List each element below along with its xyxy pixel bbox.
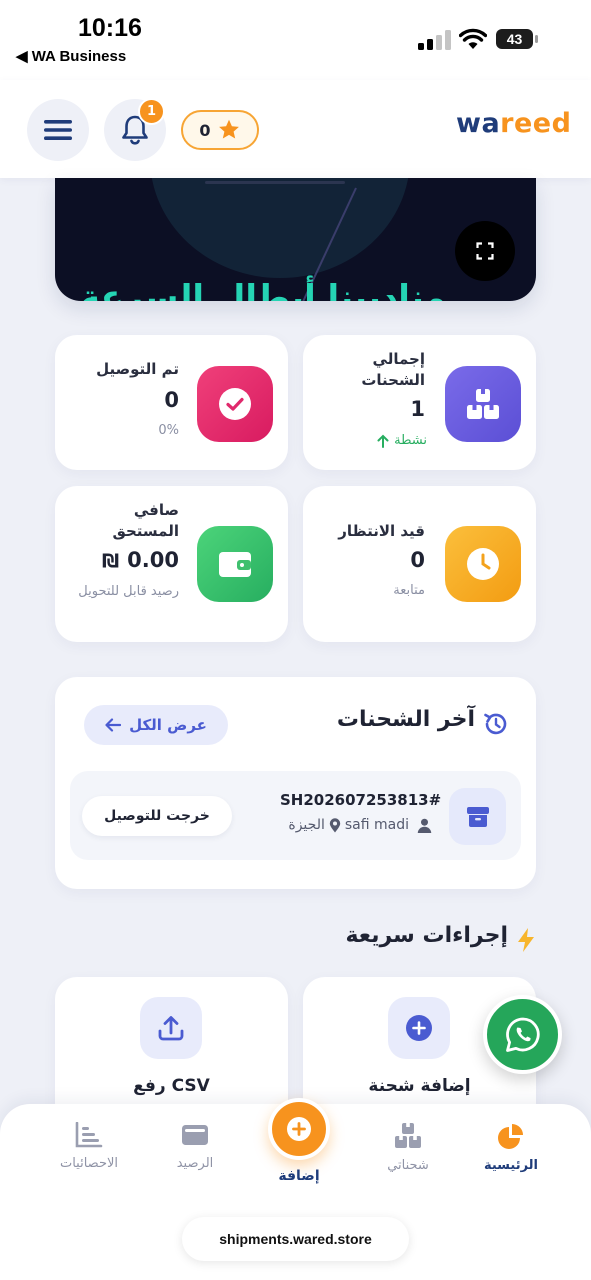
stat-value: 0 [164, 388, 179, 412]
notification-count-badge: 1 [138, 98, 165, 125]
wallet-icon-tile [197, 526, 273, 602]
shipment-status-badge: خرجت للتوصيل [82, 796, 232, 836]
battery-icon: 43 [495, 28, 539, 50]
promo-banner[interactable]: مناديبنا أبطال السرعة [55, 178, 536, 301]
check-icon-tile [197, 366, 273, 442]
stat-value: 0 [410, 548, 425, 572]
wallet-icon [182, 1125, 208, 1145]
shipment-id: SH202607253813# [280, 791, 442, 809]
shipment-row[interactable]: SH202607253813# الجيزة safi madi خرجت لل… [70, 771, 521, 860]
plus-circle-icon [287, 1117, 311, 1141]
banner-divider [205, 181, 345, 184]
clock-icon [467, 548, 499, 580]
star-icon [218, 119, 239, 139]
user-icon [417, 818, 432, 833]
stat-card-total-shipments[interactable]: إجمالي الشحنات 1 نشطة [303, 335, 536, 470]
arrow-up-icon [377, 434, 389, 448]
stat-sub: متابعة [393, 583, 425, 598]
stat-value-row: ₪ 0.00 [75, 548, 179, 572]
stat-label: صافي المستحق [112, 501, 179, 540]
stat-value: 0.00 [127, 548, 179, 572]
wallet-icon [219, 552, 251, 577]
battery-level: 43 [507, 31, 523, 47]
stat-sub: 0% [158, 423, 179, 438]
hamburger-icon [44, 120, 72, 140]
nav-item-statistics[interactable]: الاحصائيات [39, 1122, 139, 1171]
stat-card-pending[interactable]: قيد الانتظار 0 متابعة [303, 486, 536, 642]
points-badge[interactable]: 0 [181, 110, 259, 150]
nav-item-balance[interactable]: الرصيد [145, 1122, 245, 1171]
expand-icon [476, 242, 494, 260]
clock-icon-tile [445, 526, 521, 602]
currency-symbol: ₪ [101, 550, 120, 572]
upload-icon-tile [140, 997, 202, 1059]
status-bar: 10:16 ◀ WA Business 43 [0, 0, 591, 80]
quick-actions-title: إجراءات سريعة [345, 923, 508, 948]
bar-chart-icon [75, 1122, 103, 1148]
add-icon-tile [388, 997, 450, 1059]
nav-item-home[interactable]: الرئيسية [461, 1122, 561, 1173]
stat-label: قيد الانتظار [338, 522, 425, 540]
stat-trend: نشطة [343, 431, 427, 451]
add-shipment-label: إضافة شحنة [368, 1076, 471, 1096]
wifi-icon [459, 28, 487, 49]
plus-circle-icon [406, 1015, 432, 1041]
stat-label: تم التوصيل [96, 360, 179, 378]
shipment-meta: الجيزة safi madi [240, 817, 432, 833]
package-icon-tile [449, 788, 506, 845]
wareed-logo[interactable]: wareed [456, 108, 571, 139]
banner-glow [150, 178, 410, 278]
whatsapp-icon [505, 1017, 540, 1052]
upload-csv-label: رفع CSV [133, 1076, 210, 1096]
nav-add-button[interactable] [268, 1098, 330, 1160]
app-header: 1 0 wareed [0, 80, 591, 178]
bottom-navigation: الرئيسية شحناتي إضافة الرصيد الاحصائيات … [0, 1098, 591, 1280]
nav-item-my-shipments[interactable]: شحناتي [358, 1122, 458, 1173]
cellular-signal-icon [418, 30, 451, 50]
stat-card-delivered[interactable]: تم التوصيل 0 0% [55, 335, 288, 470]
boxes-icon [467, 389, 499, 419]
browser-url-bar[interactable]: shipments.wared.store [182, 1217, 409, 1261]
stat-card-net-due[interactable]: صافي المستحق ₪ 0.00 رصيد قابل للتحويل [55, 486, 288, 642]
view-all-button[interactable]: عرض الكل [84, 705, 228, 745]
whatsapp-button[interactable] [483, 995, 562, 1074]
boxes-icon-tile [445, 366, 521, 442]
location-pin-icon [329, 817, 341, 832]
check-circle-icon [219, 388, 251, 420]
menu-button[interactable] [27, 99, 89, 161]
shipment-city: الجيزة [288, 817, 325, 833]
banner-headline: مناديبنا أبطال السرعة [80, 278, 446, 301]
upload-icon [158, 1016, 184, 1041]
arrow-left-icon [105, 718, 122, 732]
package-icon [466, 806, 489, 827]
lightning-icon [518, 928, 534, 952]
shipment-customer: safi madi [344, 817, 409, 833]
fullscreen-button[interactable] [455, 221, 515, 281]
last-shipments-title: آخر الشحنات [336, 707, 475, 732]
stat-label: إجمالي الشحنات [361, 350, 425, 389]
pie-chart-icon [498, 1124, 523, 1149]
nav-add-label: إضافة [278, 1168, 320, 1184]
back-to-app-link[interactable]: ◀ WA Business [16, 47, 126, 65]
boxes-icon [395, 1123, 421, 1148]
stat-sub: رصيد قابل للتحويل [78, 584, 179, 599]
clock: 10:16 [78, 14, 142, 42]
points-value: 0 [199, 120, 211, 140]
history-icon [484, 713, 507, 735]
stat-value: 1 [410, 397, 425, 421]
